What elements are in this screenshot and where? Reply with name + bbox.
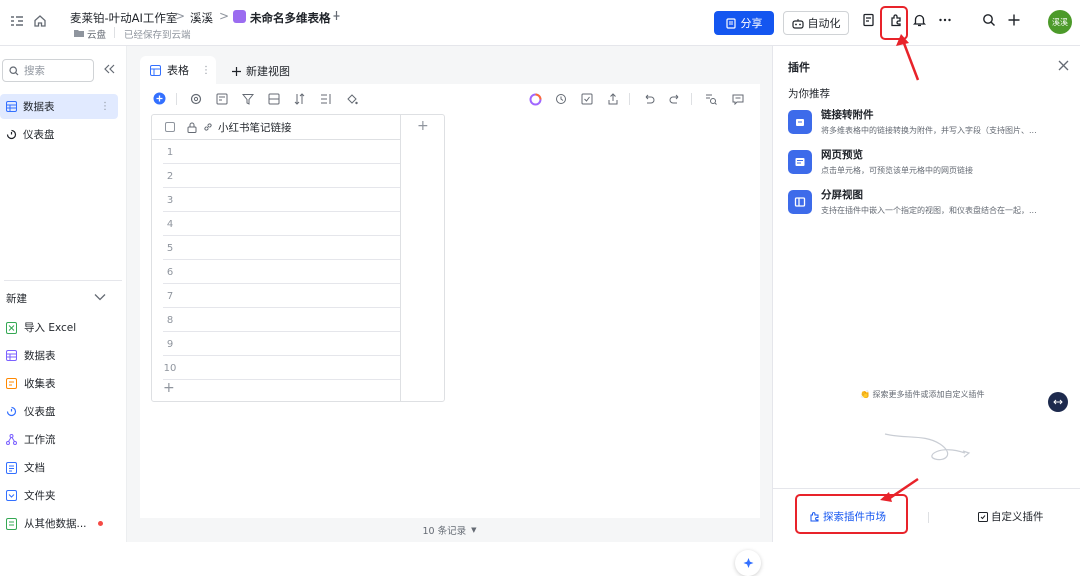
ai-assistant-button[interactable]	[735, 550, 761, 576]
annotation-arrows	[880, 34, 920, 502]
